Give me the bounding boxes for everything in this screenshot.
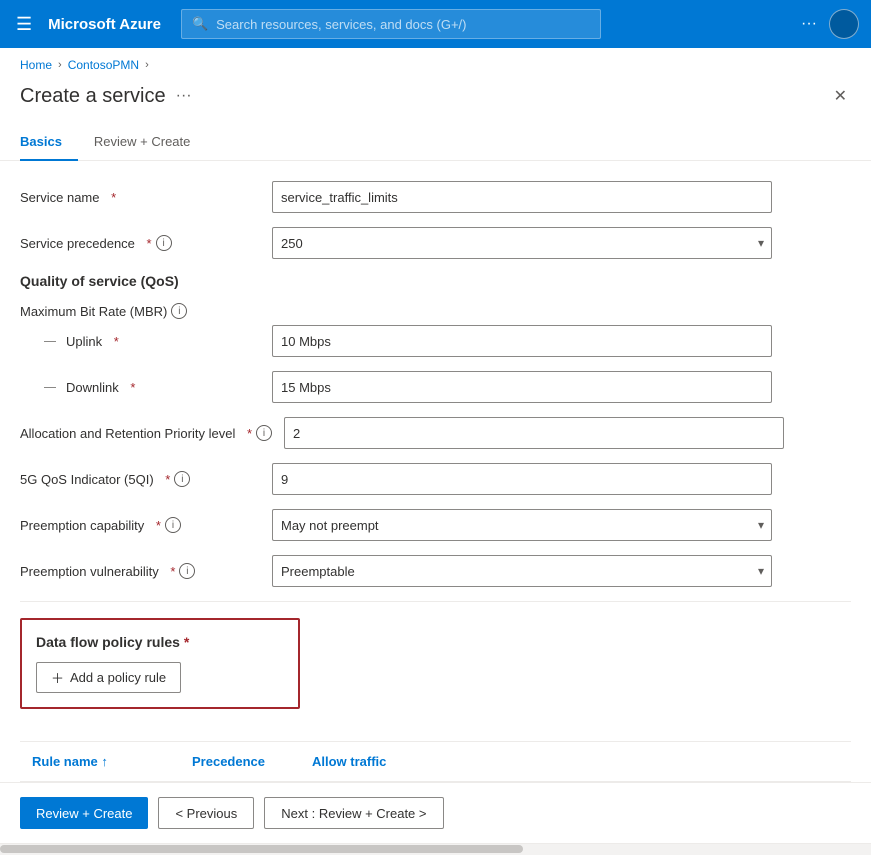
mbr-row: Maximum Bit Rate (MBR) i [20, 303, 851, 319]
preemption-vuln-select[interactable]: Preemptable [272, 555, 772, 587]
panel-header: Create a service ··· ✕ [0, 76, 871, 126]
arp-row: Allocation and Retention Priority level … [20, 417, 851, 449]
arp-label: Allocation and Retention Priority level … [20, 425, 272, 441]
uplink-input[interactable] [272, 325, 772, 357]
add-policy-rule-button[interactable]: ＋ Add a policy rule [36, 662, 181, 693]
service-precedence-select-wrapper: 250 ▾ [272, 227, 772, 259]
preemption-vuln-row: Preemption vulnerability * i Preemptable… [20, 555, 851, 587]
service-name-label: Service name * [20, 190, 260, 205]
form-area: Service name * Service precedence * i 25… [0, 161, 871, 782]
bottom-bar: Review + Create < Previous Next : Review… [0, 782, 871, 843]
horizontal-scrollbar[interactable] [0, 843, 871, 855]
qos5g-row: 5G QoS Indicator (5QI) * i [20, 463, 851, 495]
policy-rules-section: Data flow policy rules * ＋ Add a policy … [20, 618, 300, 709]
downlink-row: Downlink * [20, 371, 851, 403]
policy-rules-table: Rule name ↑ Precedence Allow traffic [20, 741, 851, 782]
close-button[interactable]: ✕ [830, 82, 851, 110]
required-star: * [111, 190, 116, 205]
service-precedence-label: Service precedence * i [20, 235, 260, 251]
uplink-label: Uplink * [20, 334, 260, 349]
mbr-info-icon[interactable]: i [171, 303, 187, 319]
tab-bar: Basics Review + Create [0, 126, 871, 161]
divider [20, 601, 851, 602]
panel-title-row: Create a service ··· [20, 85, 192, 108]
tab-basics[interactable]: Basics [20, 126, 78, 161]
breadcrumb-contoso[interactable]: ContosoPMN [68, 58, 139, 72]
table-header-allow-traffic[interactable]: Allow traffic [300, 750, 460, 773]
breadcrumb-sep-1: › [58, 59, 62, 71]
previous-button[interactable]: < Previous [158, 797, 254, 829]
preemption-vuln-info-icon[interactable]: i [179, 563, 195, 579]
preemption-cap-select[interactable]: May not preempt [272, 509, 772, 541]
service-precedence-select[interactable]: 250 [272, 227, 772, 259]
service-precedence-row: Service precedence * i 250 ▾ [20, 227, 851, 259]
add-policy-btn-label: Add a policy rule [70, 670, 166, 685]
table-header-rule-name[interactable]: Rule name ↑ [20, 750, 180, 773]
breadcrumb-home[interactable]: Home [20, 58, 52, 72]
qos5g-label: 5G QoS Indicator (5QI) * i [20, 471, 260, 487]
table-header-row: Rule name ↑ Precedence Allow traffic [20, 742, 851, 782]
avatar[interactable] [829, 9, 859, 39]
search-input[interactable] [216, 17, 590, 32]
qos-section-heading: Quality of service (QoS) [20, 273, 851, 289]
preemption-cap-label: Preemption capability * i [20, 517, 260, 533]
hamburger-icon[interactable]: ☰ [12, 10, 36, 39]
search-icon: 🔍 [192, 16, 208, 32]
downlink-label: Downlink * [20, 380, 260, 395]
arp-info-icon[interactable]: i [256, 425, 272, 441]
panel-ellipsis-icon[interactable]: ··· [176, 87, 192, 105]
search-box[interactable]: 🔍 [181, 9, 601, 39]
tab-review-create[interactable]: Review + Create [78, 126, 206, 161]
preemption-vuln-label: Preemption vulnerability * i [20, 563, 260, 579]
preemption-vuln-select-wrapper: Preemptable ▾ [272, 555, 772, 587]
service-name-row: Service name * [20, 181, 851, 213]
next-button[interactable]: Next : Review + Create > [264, 797, 443, 829]
arp-input[interactable] [284, 417, 784, 449]
breadcrumb-sep-2: › [145, 59, 149, 71]
table-header-precedence[interactable]: Precedence [180, 750, 300, 773]
service-name-input[interactable] [272, 181, 772, 213]
panel-title: Create a service [20, 85, 166, 108]
plus-icon: ＋ [51, 668, 64, 687]
uplink-row: Uplink * [20, 325, 851, 357]
downlink-input[interactable] [272, 371, 772, 403]
breadcrumb: Home › ContosoPMN › [0, 48, 871, 76]
review-create-button[interactable]: Review + Create [20, 797, 148, 829]
scrollbar-thumb[interactable] [0, 845, 523, 853]
main-panel: Home › ContosoPMN › Create a service ···… [0, 48, 871, 855]
ellipsis-icon[interactable]: ··· [801, 15, 817, 33]
brand-logo: Microsoft Azure [48, 16, 161, 33]
qos5g-info-icon[interactable]: i [174, 471, 190, 487]
top-navigation: ☰ Microsoft Azure 🔍 ··· [0, 0, 871, 48]
mbr-label: Maximum Bit Rate (MBR) i [20, 303, 260, 319]
qos5g-input[interactable] [272, 463, 772, 495]
preemption-cap-row: Preemption capability * i May not preemp… [20, 509, 851, 541]
preemption-cap-select-wrapper: May not preempt ▾ [272, 509, 772, 541]
policy-rules-title: Data flow policy rules * [36, 634, 284, 650]
preemption-cap-info-icon[interactable]: i [165, 517, 181, 533]
service-precedence-info-icon[interactable]: i [156, 235, 172, 251]
nav-right: ··· [801, 9, 859, 39]
